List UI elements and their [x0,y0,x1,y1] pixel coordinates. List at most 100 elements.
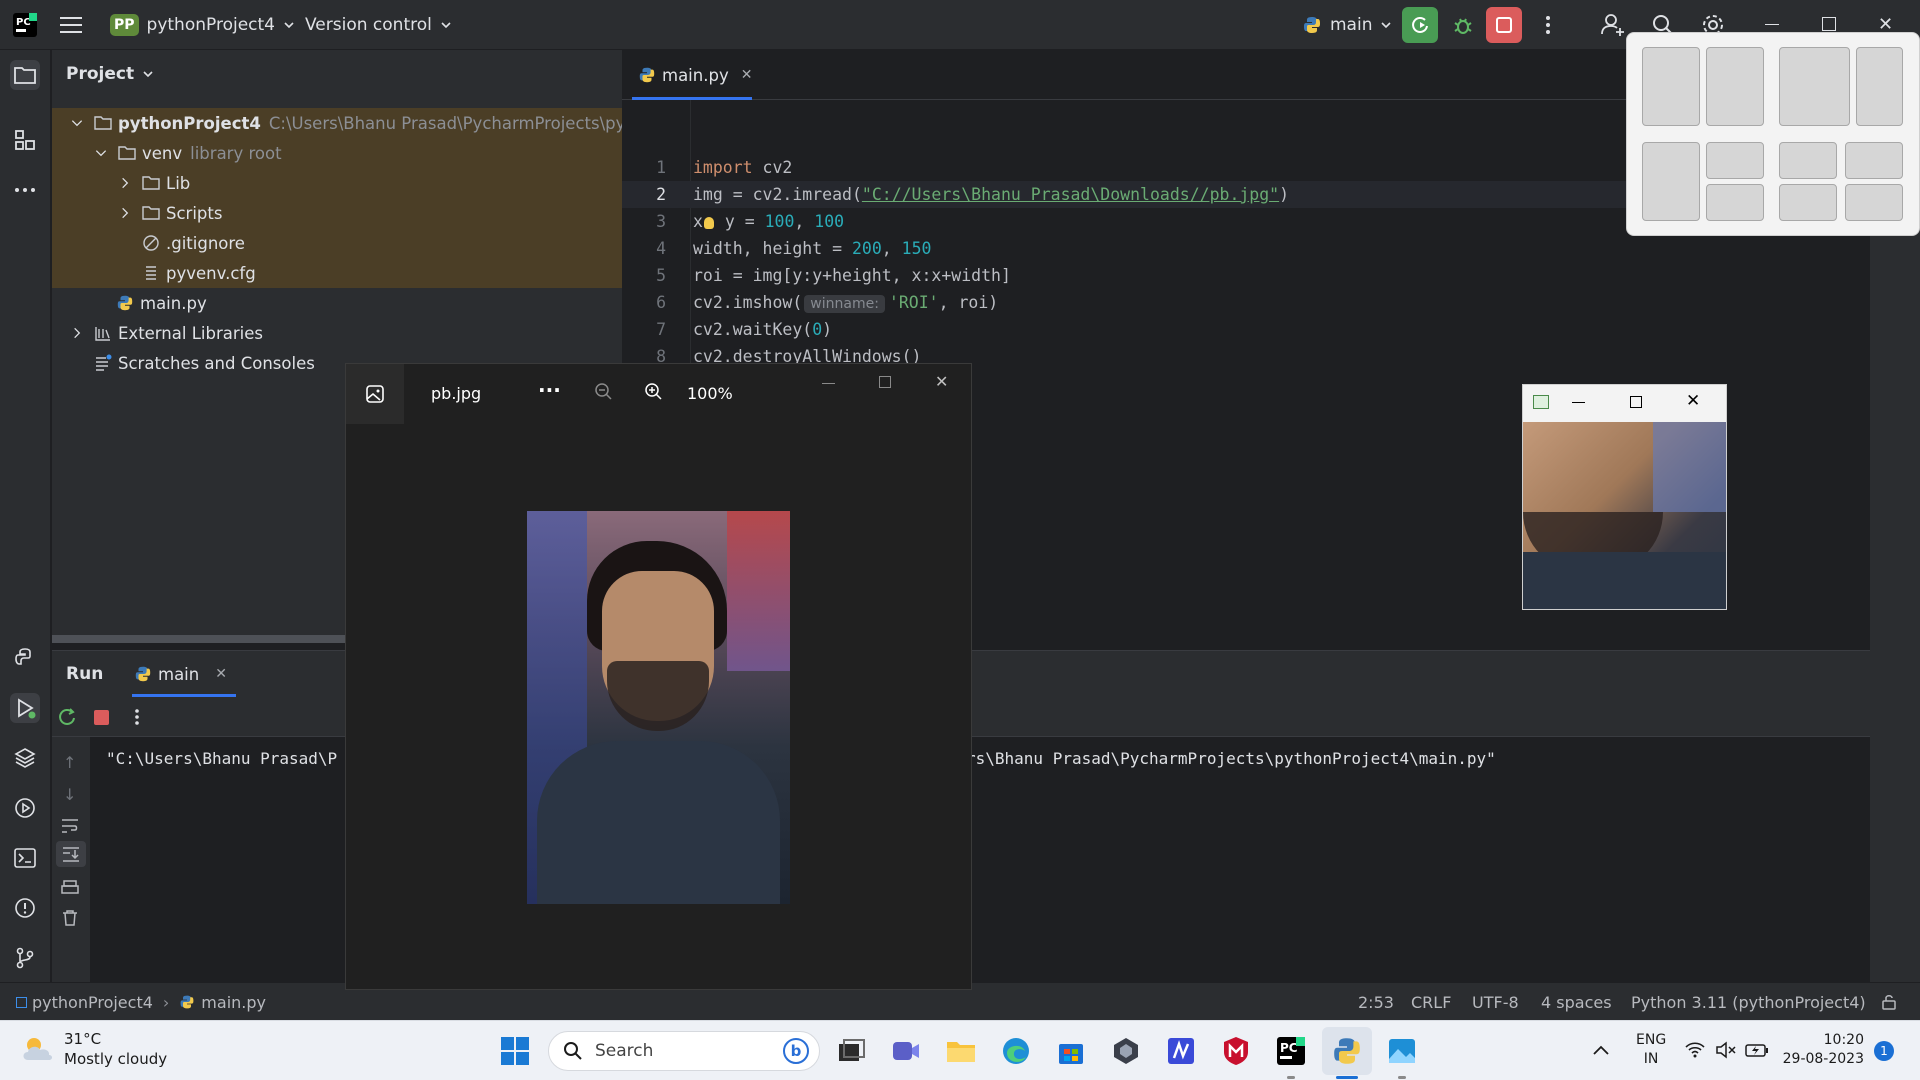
python-packages-icon[interactable] [10,643,40,673]
snap-zone[interactable] [1779,142,1837,179]
tree-root-node[interactable]: pythonProject4 C:\Users\Bhanu Prasad\Pyc… [52,108,622,138]
code-line[interactable]: 7 cv2.waitKey(0) [622,316,1870,343]
snap-zone[interactable] [1779,184,1837,221]
trash-icon[interactable] [61,909,79,927]
run-config-selector[interactable]: main [1302,0,1392,50]
windows-start-icon[interactable] [500,1036,530,1066]
snap-zone[interactable] [1706,47,1764,126]
wifi-icon[interactable] [1684,1041,1706,1059]
weather-widget[interactable]: 31°C Mostly cloudy [20,1029,167,1069]
snap-zone[interactable] [1642,142,1700,221]
python-interpreter[interactable]: Python 3.11 (pythonProject4) [1631,983,1866,1021]
snap-zone[interactable] [1779,47,1850,126]
edge-browser-icon[interactable] [1000,1035,1032,1067]
rerun-icon[interactable] [56,706,78,728]
zoom-out-icon[interactable] [594,382,614,402]
snap-zone[interactable] [1706,142,1764,179]
close-tab-icon[interactable]: ✕ [215,666,227,682]
project-pane-header[interactable]: Project [66,64,154,84]
editor-tab-main[interactable]: main.py ✕ [638,50,752,100]
layers-icon[interactable] [10,743,40,773]
zoom-level[interactable]: 100% [687,384,733,403]
more-actions-icon[interactable] [134,708,140,726]
rerun-button[interactable] [1402,7,1438,43]
minimize-icon[interactable] [822,383,835,384]
battery-charging-icon[interactable] [1745,1042,1769,1058]
code-line[interactable]: 6 cv2.imshow(winname: 'ROI', roi) [622,289,1870,316]
photos-taskbar-icon[interactable] [1386,1035,1418,1067]
project-switcher[interactable]: PP pythonProject4 [110,0,295,50]
snap-zone[interactable] [1845,142,1903,179]
maximize-icon[interactable] [879,376,891,388]
problems-icon[interactable] [10,893,40,923]
more-tools-icon[interactable] [10,175,40,205]
photos-app-icon[interactable] [346,364,404,424]
vpn-app-icon[interactable] [1110,1035,1142,1067]
tree-lib-node[interactable]: Lib [52,168,622,198]
scroll-down-icon[interactable]: ↓ [63,785,76,804]
tree-venv-node[interactable]: venv library root [52,138,622,168]
maximize-icon[interactable] [1630,396,1642,408]
microsoft-store-icon[interactable] [1055,1035,1087,1067]
git-branch-icon[interactable] [10,943,40,973]
scroll-to-end-icon[interactable] [56,841,86,867]
terminal-icon[interactable] [10,843,40,873]
restore-window-icon[interactable] [1822,17,1836,31]
close-icon[interactable]: ✕ [935,372,948,391]
lightbulb-icon[interactable] [703,216,714,229]
pycharm-taskbar-icon[interactable]: PC [1275,1035,1307,1067]
taskbar-search-box[interactable]: Search b [548,1031,820,1071]
more-options-button[interactable]: ··· [538,378,561,402]
pycharm-logo-icon[interactable]: PC [12,0,38,50]
breadcrumb-project[interactable]: pythonProject4 [32,993,153,1012]
tree-pyvenv-node[interactable]: pyvenv.cfg [52,258,622,288]
tree-external-libraries-node[interactable]: External Libraries [52,318,622,348]
scroll-up-icon[interactable]: ↑ [63,753,76,772]
project-tool-button[interactable] [10,60,40,90]
stop-icon[interactable] [94,710,109,725]
task-view-icon[interactable] [835,1035,867,1067]
structure-tool-button[interactable] [10,125,40,155]
clock[interactable]: 10:20 29-08-2023 [1782,1031,1864,1069]
print-icon[interactable] [60,879,80,897]
code-line[interactable]: 4 width, height = 200, 150 [622,235,1870,262]
code-line[interactable]: 5 roi = img[y:y+height, x:x+width] [622,262,1870,289]
snap-zone[interactable] [1642,47,1700,126]
snap-zone[interactable] [1845,184,1903,221]
file-explorer-icon[interactable] [945,1035,977,1067]
show-hidden-icons-icon[interactable] [1592,1043,1610,1057]
run-tab-main[interactable]: main ✕ [134,651,227,697]
lock-icon[interactable] [1880,983,1898,1021]
caret-position[interactable]: 2:53 [1358,983,1394,1021]
services-icon[interactable] [10,793,40,823]
close-icon[interactable]: ✕ [1686,391,1700,411]
version-control-menu[interactable]: Version control [305,0,452,50]
close-tab-icon[interactable]: ✕ [741,67,753,83]
main-menu-icon[interactable] [60,0,84,50]
snap-zone[interactable] [1856,47,1903,126]
volume-muted-icon[interactable] [1715,1041,1737,1059]
breadcrumb-file[interactable]: main.py [201,993,266,1012]
tree-gitignore-node[interactable]: .gitignore [52,228,622,258]
python-taskbar-icon[interactable] [1331,1035,1363,1067]
stop-button[interactable] [1486,7,1522,43]
minimize-icon[interactable] [1572,402,1585,403]
notification-badge[interactable]: 1 [1874,1041,1894,1061]
snap-zone[interactable] [1706,184,1764,221]
input-language[interactable]: ENG IN [1636,1031,1666,1069]
run-tool-button[interactable] [10,693,40,723]
indent-setting[interactable]: 4 spaces [1541,983,1612,1021]
tree-scripts-node[interactable]: Scripts [52,198,622,228]
teams-meet-icon[interactable] [890,1035,922,1067]
tree-main-node[interactable]: main.py [52,288,622,318]
zoom-in-icon[interactable] [644,382,664,402]
math-app-icon[interactable] [1165,1035,1197,1067]
more-actions-icon[interactable] [1538,10,1558,40]
debug-button[interactable] [1448,10,1478,40]
line-separator[interactable]: CRLF [1411,983,1451,1021]
file-encoding[interactable]: UTF-8 [1472,983,1519,1021]
add-user-icon[interactable] [1600,12,1626,38]
soft-wrap-icon[interactable] [60,817,80,835]
minimize-window-icon[interactable] [1765,24,1779,25]
mcafee-icon[interactable] [1220,1035,1252,1067]
